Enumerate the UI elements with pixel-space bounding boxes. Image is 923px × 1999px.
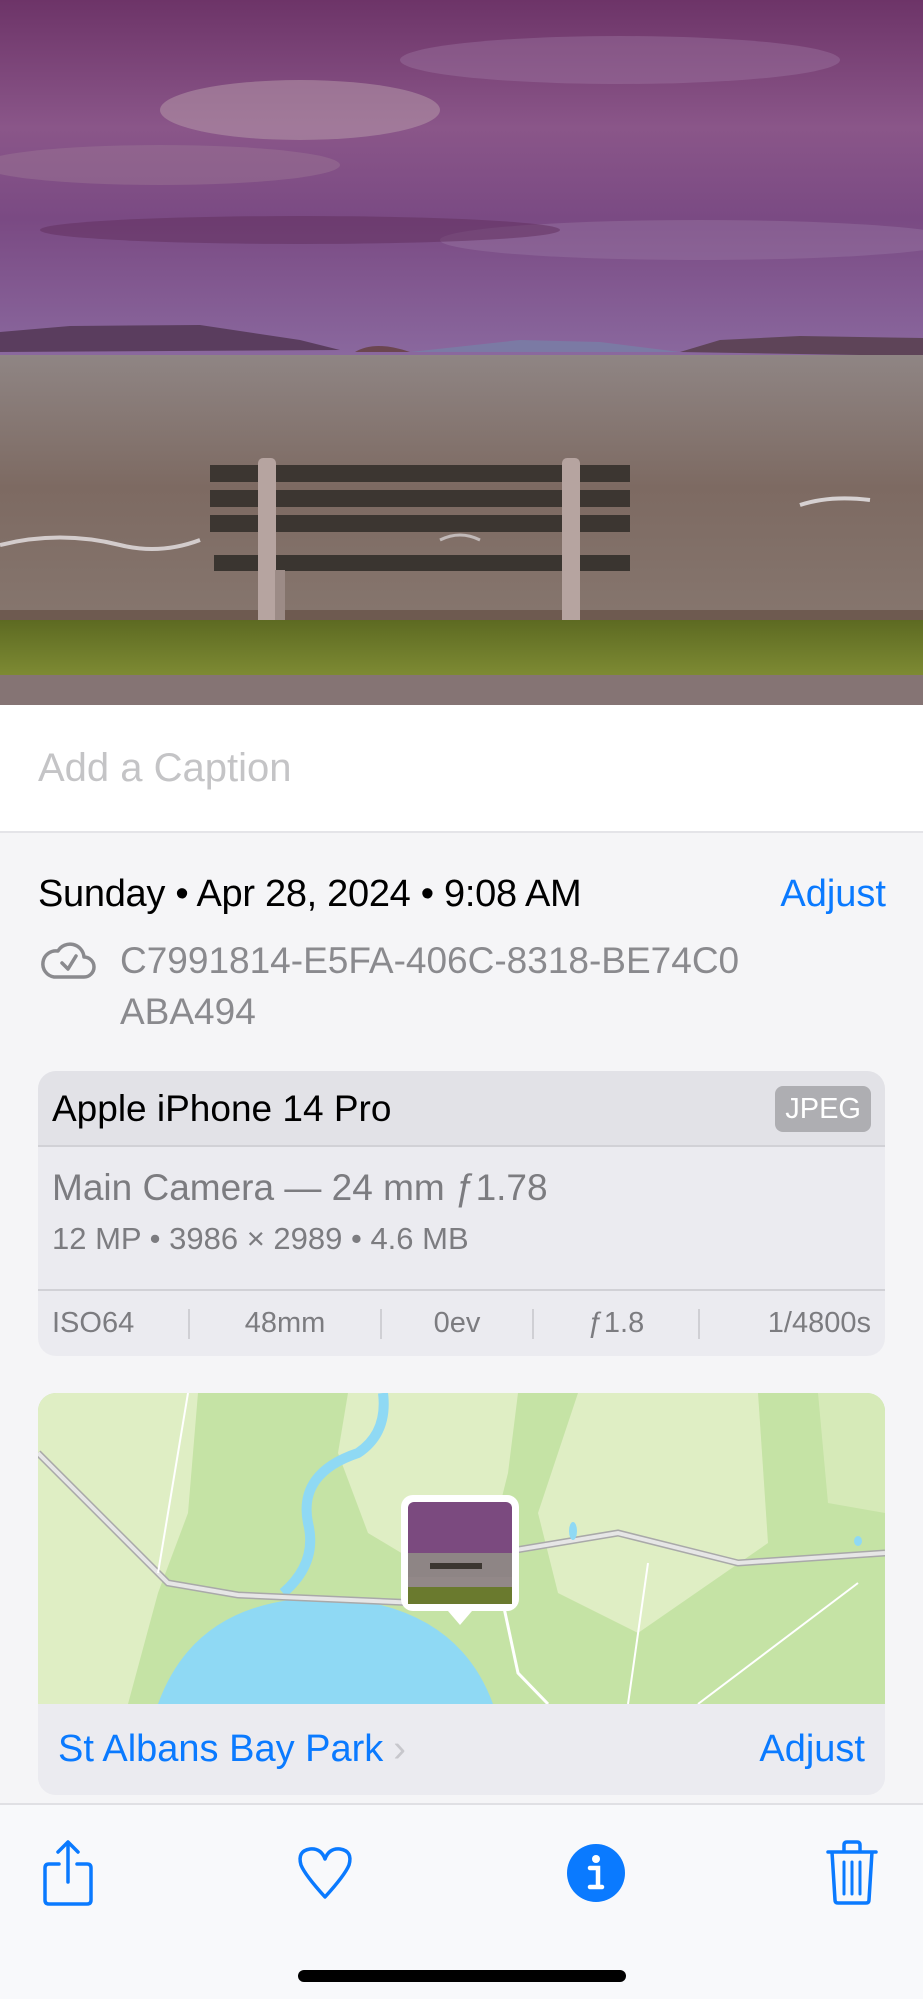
photo-image: [0, 0, 923, 705]
adjust-location-button[interactable]: Adjust: [759, 1728, 865, 1771]
share-button[interactable]: [29, 1833, 109, 1913]
favorite-button[interactable]: [285, 1833, 365, 1913]
trash-icon: [826, 1840, 878, 1905]
info-icon: [567, 1844, 625, 1902]
asset-identifier: C7991814-E5FA-406C-8318-BE74C0ABA494: [120, 940, 740, 1032]
caption-input[interactable]: [38, 743, 878, 793]
chevron-right-icon: ›: [393, 1728, 406, 1770]
exif-shutter-speed: 1/4800s: [767, 1307, 871, 1339]
exif-row: ISO64 48mm 0ev ƒ1.8 1/4800s: [38, 1289, 885, 1356]
icloud-checkmark-icon: [41, 942, 96, 979]
heart-icon: [298, 1847, 352, 1899]
location-card: St Albans Bay Park › Adjust: [38, 1393, 885, 1795]
exif-aperture: ƒ1.8: [587, 1307, 645, 1339]
bottom-toolbar: [0, 1803, 923, 1999]
camera-lens: Main Camera — 24 mm ƒ1.78: [52, 1167, 548, 1208]
delete-button[interactable]: [812, 1833, 892, 1913]
format-badge: JPEG: [775, 1086, 871, 1132]
place-name-link[interactable]: St Albans Bay Park ›: [58, 1728, 406, 1771]
photo-view[interactable]: [0, 0, 923, 705]
location-map[interactable]: [38, 1393, 885, 1704]
image-specs: 12 MP • 3986 × 2989 • 4.6 MB: [52, 1221, 469, 1256]
photo-location-pin[interactable]: [401, 1495, 519, 1625]
date-row: Sunday • Apr 28, 2024 • 9:08 AM Adjust: [38, 873, 886, 921]
exif-iso: ISO64: [52, 1307, 135, 1339]
device-name: Apple iPhone 14 Pro: [52, 1088, 392, 1129]
share-icon: [43, 1840, 93, 1906]
metadata-card: Apple iPhone 14 Pro JPEG Main Camera — 2…: [38, 1071, 885, 1356]
capture-date: Sunday • Apr 28, 2024 • 9:08 AM: [38, 873, 582, 915]
caption-area: [0, 705, 923, 833]
adjust-date-button[interactable]: Adjust: [780, 873, 886, 916]
location-footer: St Albans Bay Park › Adjust: [38, 1704, 885, 1795]
home-indicator[interactable]: [298, 1970, 626, 1982]
exif-focal-length: 48mm: [244, 1307, 326, 1339]
info-panel: Sunday • Apr 28, 2024 • 9:08 AM Adjust C…: [0, 833, 923, 1803]
map-image: [38, 1393, 885, 1704]
info-button[interactable]: [556, 1833, 636, 1913]
metadata-header: Apple iPhone 14 Pro JPEG: [38, 1071, 885, 1147]
place-name: St Albans Bay Park: [58, 1728, 384, 1770]
exif-exposure-bias: 0ev: [433, 1307, 481, 1339]
